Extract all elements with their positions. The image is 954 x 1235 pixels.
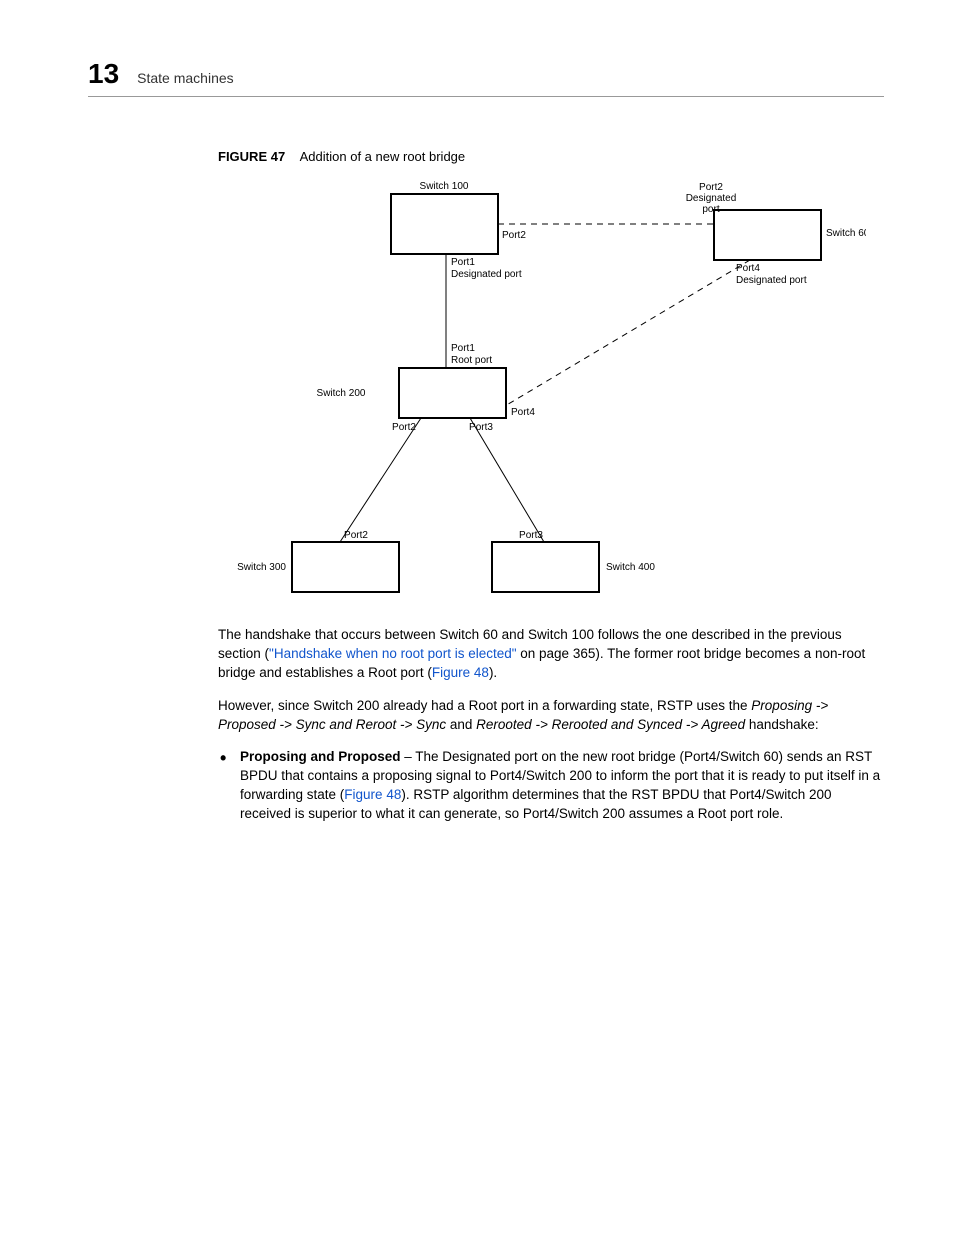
p2-text-b: and xyxy=(446,717,476,732)
switch-200-port2: Port2 xyxy=(392,422,416,433)
p1-text-c: ). xyxy=(489,665,497,680)
section-title: State machines xyxy=(137,70,234,86)
link-handshake-section[interactable]: "Handshake when no root port is elected" xyxy=(269,646,516,661)
figure-label: FIGURE 47 xyxy=(218,149,285,164)
page: 13 State machines FIGURE 47 Addition of … xyxy=(0,0,954,824)
switch-100-port2: Port2 xyxy=(502,230,526,241)
switch-60-port4-role: Designated port xyxy=(736,275,807,286)
paragraph-2: However, since Switch 200 already had a … xyxy=(218,697,884,735)
switch-300-label: Switch 300 xyxy=(237,562,286,573)
bullet-bold: Proposing and Proposed xyxy=(240,749,401,764)
paragraph-1: The handshake that occurs between Switch… xyxy=(218,626,884,683)
switch-60-port4: Port4 xyxy=(736,263,760,274)
switch-100-label: Switch 100 xyxy=(420,181,469,192)
switch-200-port3: Port3 xyxy=(469,422,493,433)
p2-italic-2: Rerooted -> Rerooted and Synced -> Agree… xyxy=(476,717,745,732)
switch-100-port1-role: Designated port xyxy=(451,269,522,280)
switch-60-label: Switch 60 xyxy=(826,228,866,239)
switch-60-port2-role1: Designated xyxy=(686,193,737,204)
figure-diagram: Switch 100 Port2 Port1 Designated port S… xyxy=(236,178,866,608)
bullet-list: Proposing and Proposed – The Designated … xyxy=(218,748,884,824)
link-figure-48-b[interactable]: Figure 48 xyxy=(344,787,401,802)
bullet-proposing: Proposing and Proposed – The Designated … xyxy=(218,748,884,824)
page-header: 13 State machines xyxy=(88,58,884,97)
switch-200-port4: Port4 xyxy=(511,407,535,418)
switch-100-port1: Port1 xyxy=(451,257,475,268)
switch-200-port1: Port1 xyxy=(451,343,475,354)
p2-text-c: handshake: xyxy=(745,717,819,732)
switch-200-label: Switch 200 xyxy=(317,388,366,399)
p2-text-a: However, since Switch 200 already had a … xyxy=(218,698,751,713)
switch-200-port1-role: Root port xyxy=(451,355,492,366)
switch-400-port3: Port3 xyxy=(519,530,543,541)
switch-60-port2-role2: port xyxy=(702,204,719,215)
switch-60-port2: Port2 xyxy=(699,182,723,193)
switch-400-label: Switch 400 xyxy=(606,562,655,573)
link-figure-48-a[interactable]: Figure 48 xyxy=(432,665,489,680)
chapter-number: 13 xyxy=(88,58,119,90)
content-area: FIGURE 47 Addition of a new root bridge … xyxy=(218,149,884,824)
figure-title: Addition of a new root bridge xyxy=(300,149,466,164)
figure-caption: FIGURE 47 Addition of a new root bridge xyxy=(218,149,884,164)
switch-300-port2: Port2 xyxy=(344,530,368,541)
